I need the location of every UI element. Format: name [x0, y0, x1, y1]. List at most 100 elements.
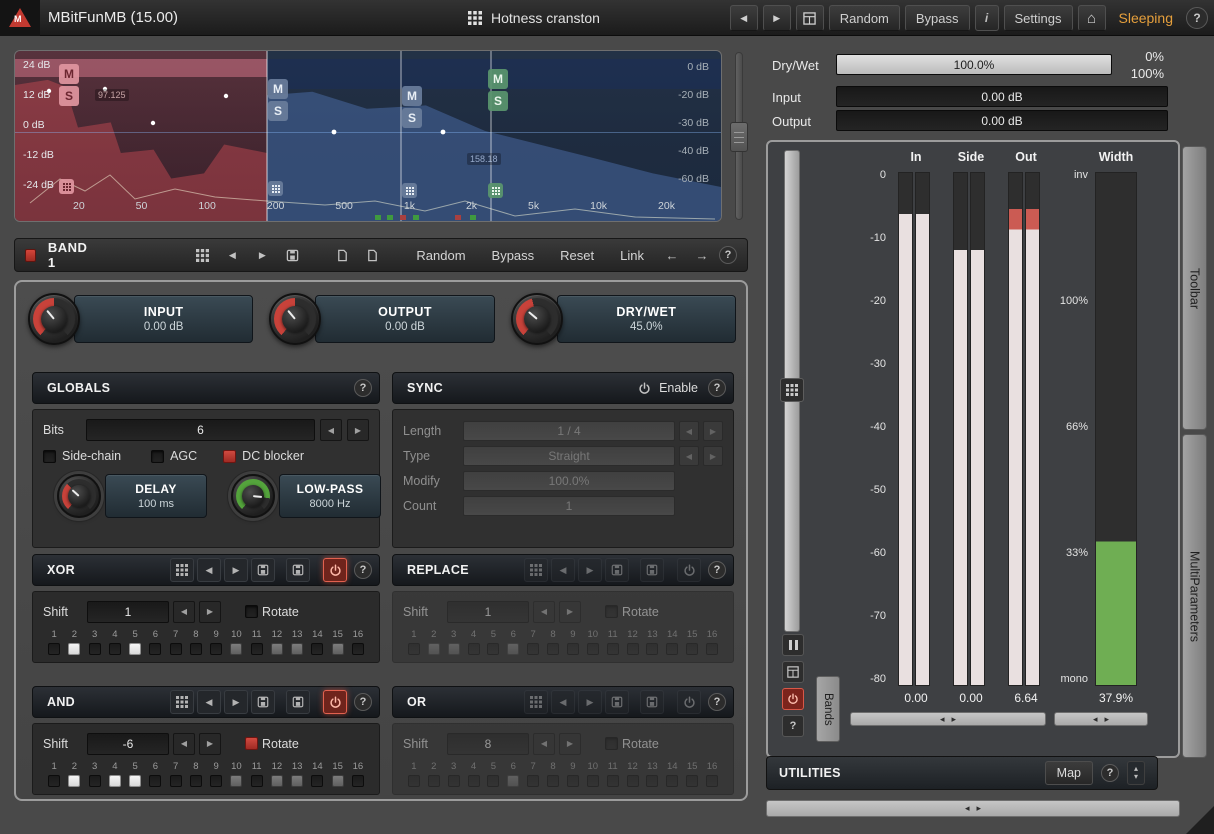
bit-checkbox[interactable] — [646, 775, 658, 787]
bit-checkbox[interactable] — [129, 775, 141, 787]
scroll-left-icon[interactable]: ◂ — [965, 803, 970, 814]
input-knob[interactable] — [28, 293, 80, 345]
band-prev-button[interactable]: ◀ — [219, 242, 245, 268]
random-button[interactable]: Random — [829, 5, 900, 31]
save-button[interactable] — [605, 690, 629, 714]
bit-checkbox[interactable] — [587, 643, 599, 655]
sync-enable-label[interactable]: Enable — [659, 381, 698, 395]
input-global-slider[interactable]: 0.00 dB — [836, 86, 1168, 107]
drywet-display[interactable]: DRY/WET 45.0% — [557, 295, 736, 343]
bottom-scrollbar[interactable]: ◂ ▸ — [766, 800, 1180, 817]
band3-options-tile[interactable] — [402, 183, 417, 198]
band-undo-button[interactable]: ← — [659, 242, 685, 268]
bit-checkbox[interactable] — [271, 643, 283, 655]
bit-checkbox[interactable] — [468, 643, 480, 655]
scroll-left-icon[interactable]: ◂ — [1093, 714, 1098, 725]
save-button[interactable] — [251, 558, 275, 582]
shift-slider[interactable]: 1 — [447, 601, 529, 623]
bit-checkbox[interactable] — [666, 643, 678, 655]
sync-length-slider[interactable]: 1 / 4 — [463, 421, 675, 441]
meter-help-button[interactable]: ? — [782, 715, 804, 737]
bit-checkbox[interactable] — [311, 775, 323, 787]
bit-checkbox[interactable] — [109, 643, 121, 655]
input-display[interactable]: INPUT 0.00 dB — [74, 295, 253, 343]
shift-slider[interactable]: -6 — [87, 733, 169, 755]
bit-checkbox[interactable] — [507, 643, 519, 655]
map-button[interactable]: Map — [1045, 761, 1093, 785]
band-copy-button[interactable] — [329, 242, 355, 268]
preset-selector[interactable]: Hotness cranston — [468, 0, 600, 36]
band-save-button[interactable] — [279, 242, 305, 268]
bit-checkbox[interactable] — [448, 643, 460, 655]
lowpass-knob[interactable] — [231, 474, 275, 518]
help-icon[interactable]: ? — [708, 561, 726, 579]
bit-checkbox[interactable] — [332, 643, 344, 655]
bit-checkbox[interactable] — [627, 643, 639, 655]
bit-checkbox[interactable] — [109, 775, 121, 787]
bit-checkbox[interactable] — [686, 643, 698, 655]
bit-checkbox[interactable] — [587, 775, 599, 787]
output-global-slider[interactable]: 0.00 dB — [836, 110, 1168, 131]
bit-checkbox[interactable] — [627, 775, 639, 787]
rotate-checkbox[interactable] — [245, 605, 258, 618]
bit-checkbox[interactable] — [68, 775, 80, 787]
power-button[interactable] — [323, 690, 347, 714]
next-button[interactable]: ▶ — [578, 558, 602, 582]
dc-blocker-checkbox[interactable] — [223, 450, 236, 463]
shift-decrement[interactable]: ◀ — [173, 733, 195, 755]
output-knob[interactable] — [269, 293, 321, 345]
bit-checkbox[interactable] — [408, 775, 420, 787]
save-button[interactable] — [251, 690, 275, 714]
scroll-right-icon[interactable]: ▸ — [1105, 714, 1110, 725]
scroll-left-icon[interactable]: ◂ — [940, 714, 945, 725]
meter-scrollbar[interactable]: ◂ ▸ — [850, 712, 1046, 726]
sync-header[interactable]: SYNC Enable ? — [392, 372, 734, 404]
shift-decrement[interactable]: ◀ — [533, 601, 555, 623]
band1-mid-toggle[interactable]: M — [59, 64, 79, 84]
bit-checkbox[interactable] — [686, 775, 698, 787]
bit-checkbox[interactable] — [448, 775, 460, 787]
help-icon[interactable]: ? — [354, 693, 372, 711]
spectrum-analyzer[interactable]: M S M S M S M S 97.125 158.18 24 dB12 dB… — [14, 50, 722, 222]
bit-checkbox[interactable] — [567, 643, 579, 655]
bit-checkbox[interactable] — [487, 643, 499, 655]
sync-type-slider[interactable]: Straight — [463, 446, 675, 466]
sync-type-decrement[interactable]: ◀ — [679, 446, 699, 466]
band2-options-tile[interactable] — [268, 181, 283, 196]
bit-checkbox[interactable] — [190, 643, 202, 655]
bypass-button[interactable]: Bypass — [905, 5, 970, 31]
globals-header[interactable]: GLOBALS ? — [32, 372, 380, 404]
agc-option[interactable]: AGC — [151, 449, 197, 463]
bit-checkbox[interactable] — [468, 775, 480, 787]
bit-checkbox[interactable] — [352, 643, 364, 655]
help-icon[interactable]: ? — [354, 561, 372, 579]
analyzer-resize-strip[interactable] — [726, 50, 752, 222]
preset-manager-button[interactable] — [796, 5, 824, 31]
shift-slider[interactable]: 1 — [87, 601, 169, 623]
help-icon[interactable]: ? — [354, 379, 372, 397]
power-button[interactable] — [677, 690, 701, 714]
scroll-right-icon[interactable]: ▸ — [952, 714, 957, 725]
bits-decrement-button[interactable]: ◀ — [320, 419, 342, 441]
prev-button[interactable]: ◀ — [551, 558, 575, 582]
bit-checkbox[interactable] — [352, 775, 364, 787]
bands-tab[interactable]: Bands — [816, 676, 840, 742]
bit-checkbox[interactable] — [311, 643, 323, 655]
info-icon[interactable]: i — [975, 5, 999, 31]
help-icon[interactable]: ? — [1186, 7, 1208, 29]
sync-length-increment[interactable]: ▶ — [703, 421, 723, 441]
bit-checkbox[interactable] — [607, 643, 619, 655]
bit-checkbox[interactable] — [527, 643, 539, 655]
band-paste-button[interactable] — [359, 242, 385, 268]
next-button[interactable]: ▶ — [578, 690, 602, 714]
bits-slider[interactable]: 6 — [86, 419, 315, 441]
band1-options-tile[interactable] — [59, 179, 74, 194]
band-redo-button[interactable]: → — [689, 242, 715, 268]
bit-checkbox[interactable] — [251, 643, 263, 655]
band3-side-toggle[interactable]: S — [402, 108, 422, 128]
rotate-checkbox[interactable] — [245, 737, 258, 750]
meter-power-button[interactable] — [782, 688, 804, 710]
bit-checkbox[interactable] — [332, 775, 344, 787]
delay-display[interactable]: DELAY 100 ms — [105, 474, 207, 518]
bit-checkbox[interactable] — [48, 643, 60, 655]
